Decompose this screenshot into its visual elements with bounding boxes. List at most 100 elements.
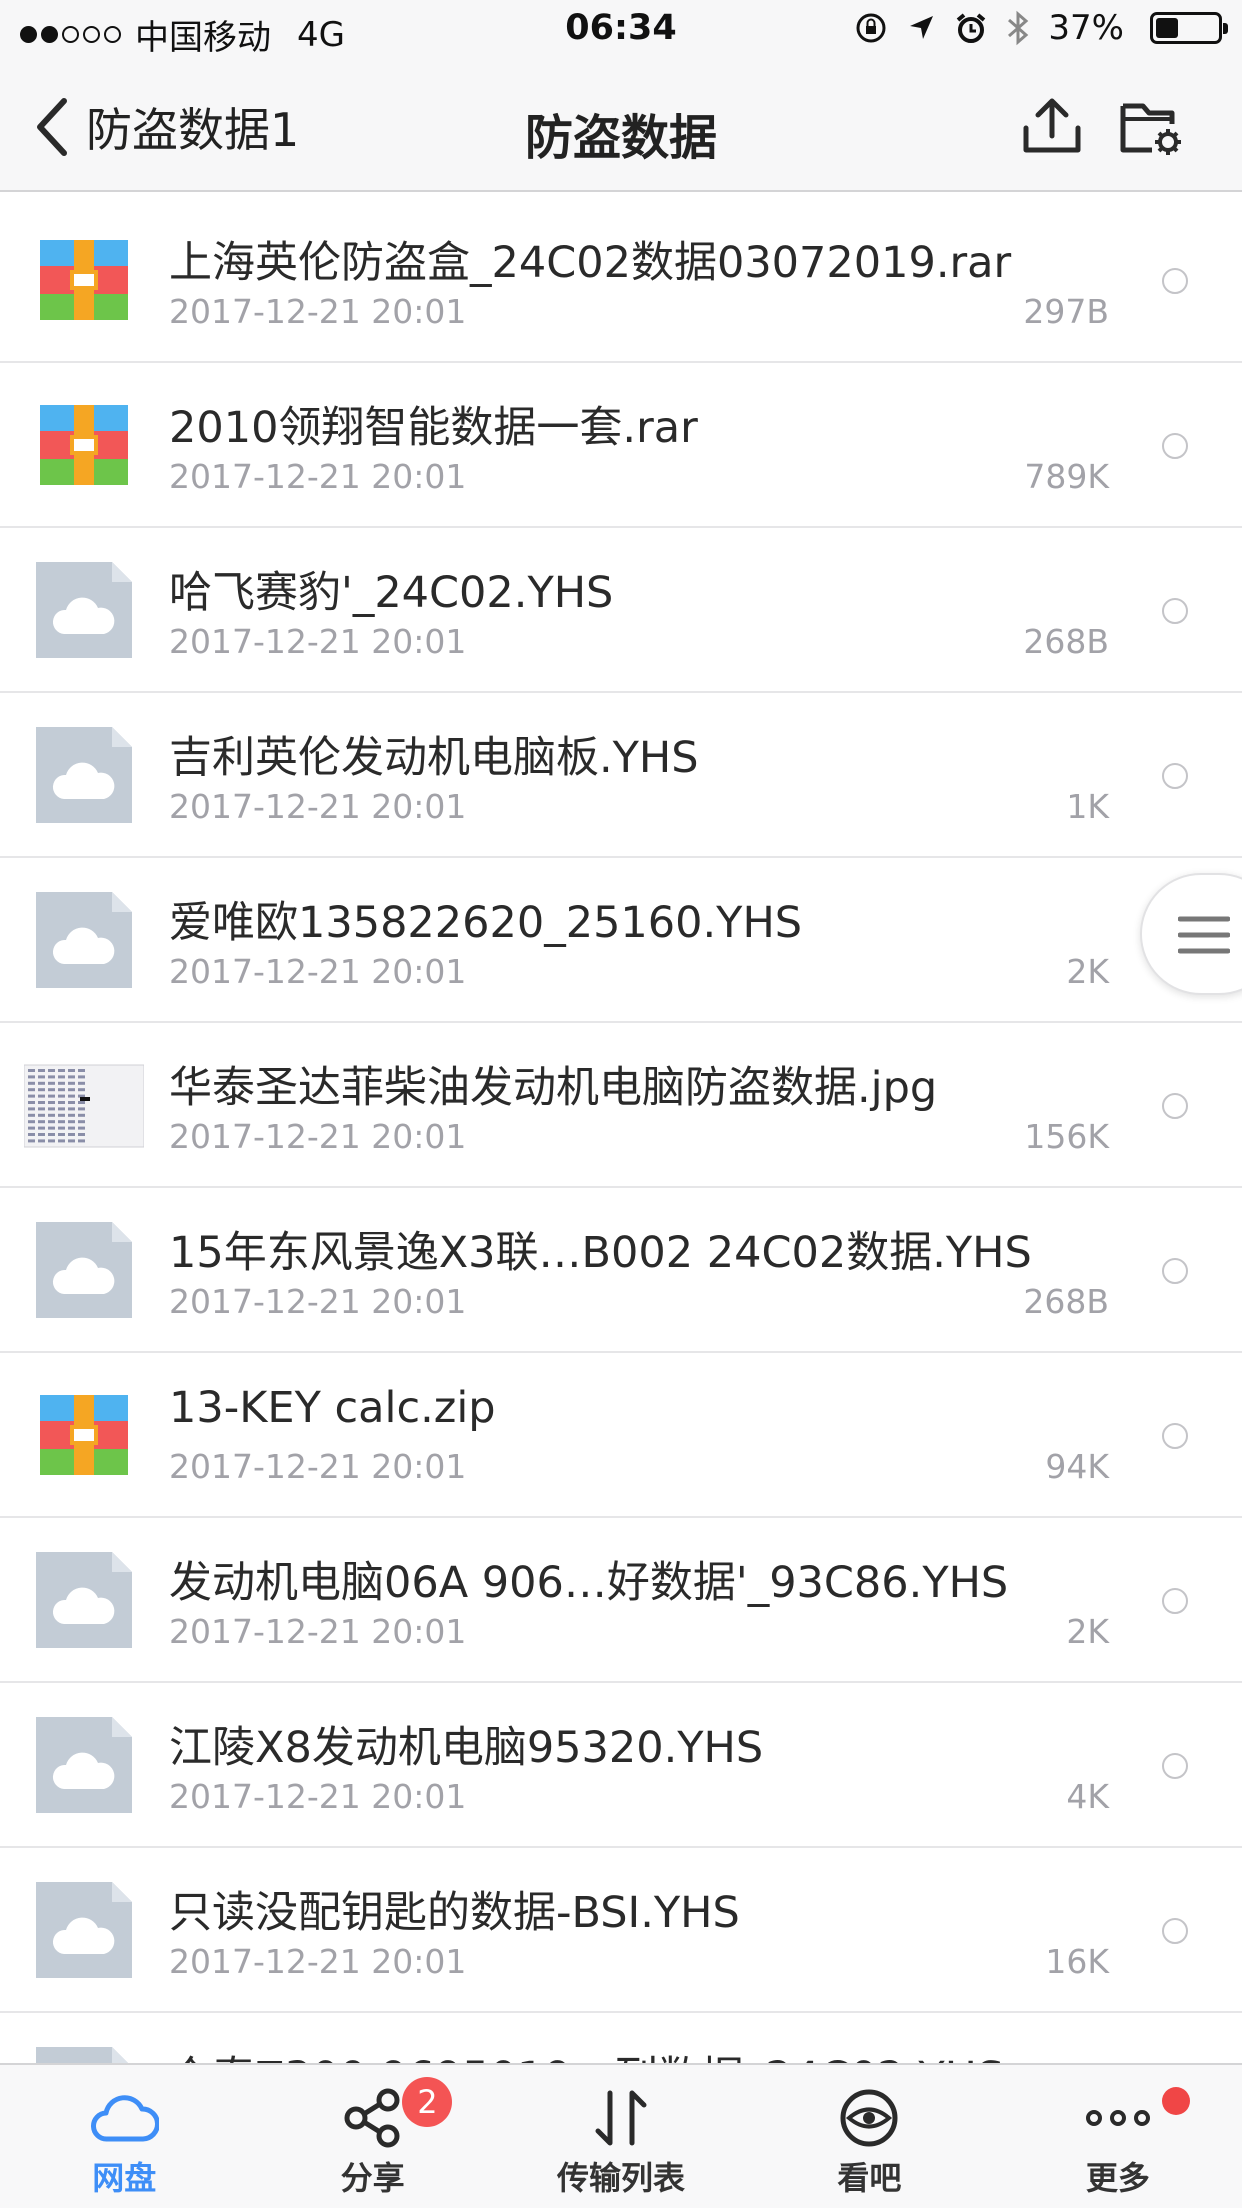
file-size: 4K (1066, 1777, 1109, 1816)
file-name: 15年东风景逸X3联…B002 24C02数据.YHS (169, 1228, 1032, 1278)
file-thumbnail (23, 1057, 145, 1153)
file-date: 2017-12-21 20:01 (169, 1282, 467, 1321)
file-row[interactable]: 华泰圣达菲柴油发动机电脑防盗数据.jpg 2017-12-21 20:01 156K (0, 1023, 1242, 1188)
tab-label: 分享 (340, 2159, 405, 2197)
file-size: 94K (1045, 1447, 1109, 1486)
notification-dot (1161, 2087, 1190, 2115)
file-row[interactable]: 发动机电脑06A 906…好数据'_93C86.YHS 2017-12-21 20… (0, 1518, 1242, 1683)
tab-label: 传输列表 (557, 2159, 686, 2197)
file-name: 爱唯欧135822620_25160.YHS (169, 898, 803, 948)
file-row[interactable]: 2010领翔智能数据一套.rar 2017-12-21 20:01 789K (0, 363, 1242, 528)
archive-file-icon (40, 1395, 128, 1475)
tab-bar: 网盘 分享 2 传输列表 看吧 更多 (0, 2063, 1242, 2208)
select-radio[interactable] (1162, 763, 1188, 789)
status-bar: 中国移动 4G 06:34 37% (0, 0, 1242, 62)
select-radio[interactable] (1162, 598, 1188, 624)
select-radio[interactable] (1162, 433, 1188, 459)
orientation-lock-icon (856, 13, 886, 43)
file-row[interactable]: 上海英伦防盗盒_24C02数据03072019.rar 2017-12-21 20… (0, 198, 1242, 363)
archive-file-icon (40, 405, 128, 485)
tab-share[interactable]: 分享 2 (248, 2065, 496, 2208)
battery-fill (1156, 18, 1178, 38)
file-row[interactable]: 哈飞赛豹'_24C02.YHS 2017-12-21 20:01 268B (0, 528, 1242, 693)
select-radio[interactable] (1162, 1093, 1188, 1119)
tab-label: 网盘 (92, 2159, 157, 2197)
eye-icon (837, 2087, 901, 2153)
status-right: 37% (854, 8, 1228, 48)
file-size: 268B (1023, 1282, 1109, 1321)
file-date: 2017-12-21 20:01 (169, 1612, 467, 1651)
file-row[interactable]: 13-KEY calc.zip 2017-12-21 20:01 94K (0, 1353, 1242, 1518)
battery-icon (1150, 12, 1228, 44)
file-date: 2017-12-21 20:01 (169, 952, 467, 991)
file-date: 2017-12-21 20:01 (169, 1117, 467, 1156)
select-radio[interactable] (1162, 268, 1188, 294)
file-size: 2K (1066, 1612, 1109, 1651)
select-radio[interactable] (1162, 1258, 1188, 1284)
select-radio[interactable] (1162, 1588, 1188, 1614)
file-date: 2017-12-21 20:01 (169, 1942, 467, 1981)
select-radio[interactable] (1162, 1753, 1188, 1779)
file-row[interactable]: 只读没配钥匙的数据-BSI.YHS 2017-12-21 20:01 16K (0, 1848, 1242, 2013)
back-chevron-icon (37, 98, 67, 156)
file-name: 吉利英伦发动机电脑板.YHS (169, 733, 699, 783)
folder-settings-button[interactable] (1118, 96, 1184, 162)
alarm-icon (957, 13, 986, 43)
file-thumbnail (36, 1717, 132, 1813)
tab-transfer-arrows[interactable]: 传输列表 (497, 2065, 745, 2208)
back-button[interactable]: 防盗数据1 (34, 94, 299, 160)
share-icon (342, 2087, 404, 2153)
file-name: 江陵X8发动机电脑95320.YHS (169, 1723, 764, 1773)
file-size: 156K (1024, 1117, 1109, 1156)
file-name: 众泰Z300 9695019…列数据_24C02.YHS (169, 2043, 1069, 2063)
location-icon (910, 16, 934, 39)
file-thumbnail (36, 562, 132, 658)
file-name: 只读没配钥匙的数据-BSI.YHS (169, 1888, 740, 1938)
tab-eye[interactable]: 看吧 (745, 2065, 993, 2208)
tab-label: 看吧 (837, 2159, 902, 2197)
upload-button[interactable] (1020, 96, 1084, 160)
file-row[interactable]: 吉利英伦发动机电脑板.YHS 2017-12-21 20:01 1K (0, 693, 1242, 858)
file-thumbnail (36, 1387, 132, 1483)
select-radio[interactable] (1162, 1423, 1188, 1449)
tab-label: 更多 (1085, 2159, 1150, 2197)
cloud-file-icon (36, 1717, 132, 1813)
file-thumbnail (36, 1222, 132, 1318)
menu-lines-icon (1178, 916, 1230, 954)
tab-cloud[interactable]: 网盘 (0, 2065, 248, 2208)
cloud-icon (89, 2087, 161, 2151)
archive-file-icon (40, 240, 128, 320)
file-row[interactable]: 众泰Z300 9695019…列数据_24C02.YHS (0, 2013, 1242, 2063)
file-date: 2017-12-21 20:01 (169, 292, 467, 331)
file-date: 2017-12-21 20:01 (169, 787, 467, 826)
file-row[interactable]: 15年东风景逸X3联…B002 24C02数据.YHS 2017-12-21 20… (0, 1188, 1242, 1353)
tab-more-dots[interactable]: 更多 (994, 2065, 1242, 2208)
folder-settings-icon (1120, 103, 1181, 155)
file-thumbnail (36, 1882, 132, 1978)
file-row[interactable]: 江陵X8发动机电脑95320.YHS 2017-12-21 20:01 4K (0, 1683, 1242, 1848)
file-name: 哈飞赛豹'_24C02.YHS (169, 568, 614, 618)
file-row[interactable]: 爱唯欧135822620_25160.YHS 2017-12-21 20:01 2K (0, 858, 1242, 1023)
cloud-file-icon (36, 727, 132, 823)
select-radio[interactable] (1162, 1918, 1188, 1944)
image-thumbnail (23, 1064, 145, 1148)
file-thumbnail (36, 2047, 132, 2063)
file-size: 268B (1023, 622, 1109, 661)
file-name: 13-KEY calc.zip (169, 1383, 496, 1433)
cloud-file-icon (36, 2047, 128, 2063)
file-thumbnail (36, 397, 132, 493)
cloud-file-icon (36, 1552, 132, 1648)
file-name: 发动机电脑06A 906…好数据'_93C86.YHS (169, 1558, 1009, 1608)
upload-icon (1023, 98, 1081, 153)
cloud-file-icon (36, 892, 132, 988)
page-title: 防盗数据 (524, 110, 717, 166)
file-thumbnail (36, 727, 132, 823)
notification-badge: 2 (402, 2077, 453, 2127)
battery-percent: 37% (1048, 8, 1124, 48)
bluetooth-icon (1008, 10, 1029, 46)
file-size: 1K (1066, 787, 1109, 826)
file-size: 789K (1024, 457, 1109, 496)
file-name: 2010领翔智能数据一套.rar (169, 403, 698, 453)
file-date: 2017-12-21 20:01 (169, 1777, 467, 1816)
file-thumbnail (36, 892, 132, 988)
